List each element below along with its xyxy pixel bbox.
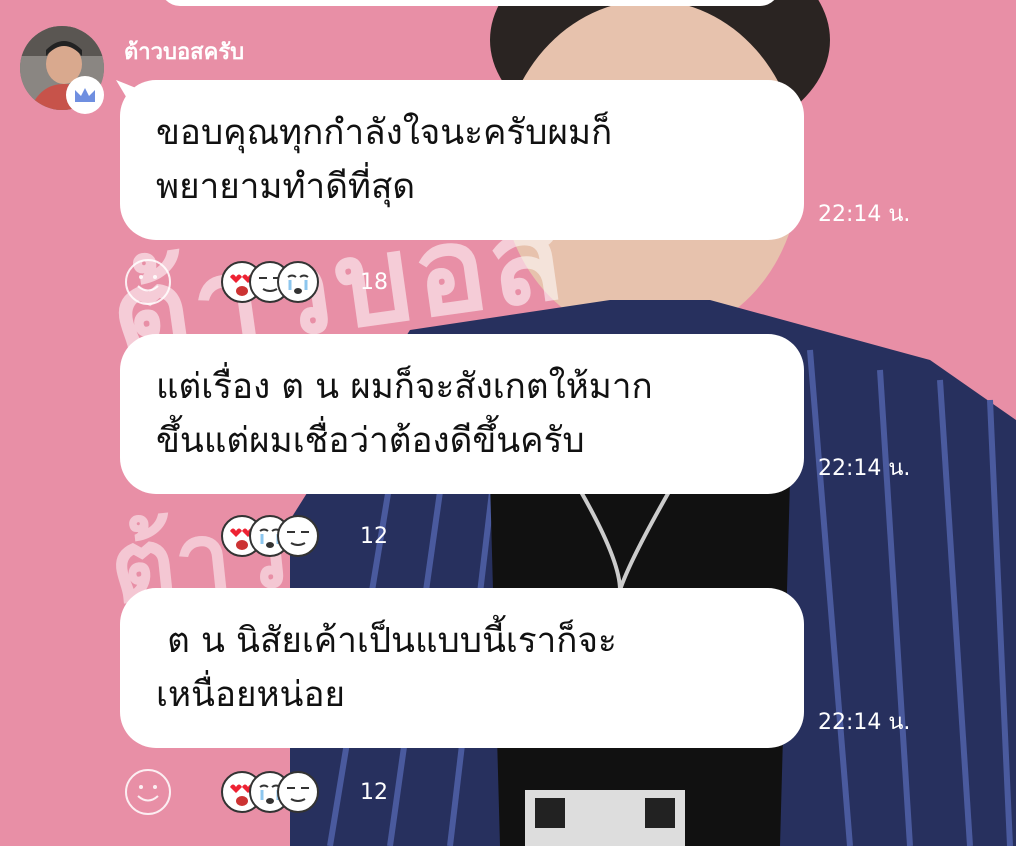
reaction-count: 12	[360, 780, 388, 805]
reaction-count: 12	[360, 524, 388, 549]
reaction-count: 18	[360, 270, 388, 295]
message-timestamp: 22:14 น.	[818, 202, 911, 227]
message-text-line: ขึ้นแต่ผมเชื่อว่าต้องดีขึ้นครับ	[156, 421, 585, 461]
reaction-summary[interactable]	[220, 260, 319, 304]
smiley-outline-icon	[125, 769, 171, 815]
crying-face-icon	[277, 261, 319, 303]
message-bubble[interactable]: ขอบคุณทุกกำลังใจนะครับผมก็ พยายามทำดีที่…	[120, 80, 804, 240]
message-text-line: แต่เรื่อง ต น ผมก็จะสังเกตให้มาก	[156, 367, 653, 407]
add-reaction-button[interactable]	[124, 258, 172, 306]
reaction-summary[interactable]	[220, 770, 319, 814]
crown-badge	[66, 76, 104, 114]
smirk-face-icon	[277, 515, 319, 557]
sender-name: ต้าวบอสครับ	[124, 40, 245, 65]
message-bubble[interactable]: ต น นิสัยเค้าเป็นแบบนี้เราก็จะ เหนื่อยหน…	[120, 588, 804, 748]
smirk-face-icon	[277, 771, 319, 813]
crown-icon	[75, 88, 95, 102]
add-reaction-button[interactable]	[124, 768, 172, 816]
message-text-line: ต น นิสัยเค้าเป็นแบบนี้เราก็จะ	[156, 621, 617, 661]
message-text-line: เหนื่อยหน่อย	[156, 675, 346, 715]
previous-message-bubble	[160, 0, 780, 6]
message-text-line: ขอบคุณทุกกำลังใจนะครับผมก็	[156, 113, 613, 153]
reaction-summary[interactable]	[220, 514, 319, 558]
message-timestamp: 22:14 น.	[818, 710, 911, 735]
smiley-outline-icon	[125, 259, 171, 305]
message-text-line: พยายามทำดีที่สุด	[156, 167, 416, 207]
message-timestamp: 22:14 น.	[818, 456, 911, 481]
message-bubble[interactable]: แต่เรื่อง ต น ผมก็จะสังเกตให้มาก ขึ้นแต่…	[120, 334, 804, 494]
